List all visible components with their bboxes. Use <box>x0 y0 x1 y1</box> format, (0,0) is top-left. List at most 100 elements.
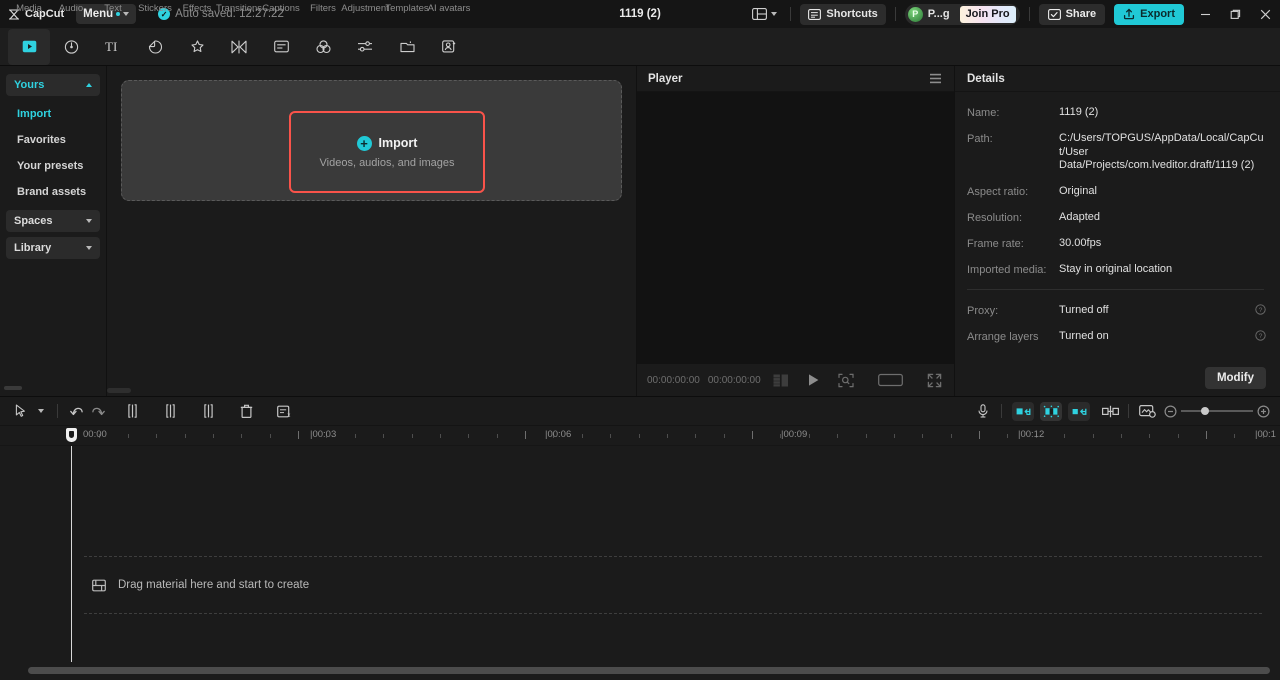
tab-transitions[interactable]: Transitions <box>216 3 262 65</box>
detail-value: Original <box>1059 184 1097 197</box>
export-button[interactable]: Export <box>1114 3 1184 25</box>
layout-button[interactable] <box>748 5 781 23</box>
zoom-in-icon[interactable] <box>1257 404 1270 418</box>
ruler-label: |00:03 <box>310 429 337 440</box>
ruler-minor-tick <box>808 434 810 438</box>
ruler-minor-tick <box>695 434 697 438</box>
timeline-zoom-slider[interactable] <box>1164 404 1270 418</box>
zoom-track[interactable] <box>1181 407 1253 415</box>
zoom-out-icon[interactable] <box>1164 404 1177 418</box>
detail-key: Proxy: <box>967 304 999 317</box>
help-icon[interactable]: ? <box>1255 329 1266 341</box>
shortcuts-button[interactable]: Shortcuts <box>800 3 886 25</box>
hamburger-icon[interactable] <box>929 73 942 84</box>
microphone-icon[interactable] <box>972 400 994 422</box>
effects-icon <box>190 39 205 54</box>
play-button[interactable] <box>807 373 820 387</box>
tab-adjustment[interactable]: Adjustment <box>341 3 389 65</box>
close-button[interactable] <box>1250 0 1280 28</box>
detail-value[interactable]: Turned on <box>1059 330 1255 344</box>
undo-icon[interactable] <box>65 400 87 422</box>
tab-stickers[interactable]: Stickers <box>134 3 176 65</box>
media-horizontal-scrollbar[interactable] <box>107 388 131 393</box>
ruler-minor-tick <box>439 434 441 438</box>
divider <box>967 288 1264 290</box>
tab-audio[interactable]: Audio <box>50 3 92 65</box>
sidebar-item-import[interactable]: Import <box>6 101 100 127</box>
ruler-major-tick <box>1206 431 1207 439</box>
help-icon[interactable]: ? <box>1255 303 1266 315</box>
maximize-button[interactable] <box>1220 0 1250 28</box>
minimize-button[interactable] <box>1190 0 1220 28</box>
playhead-handle[interactable] <box>66 428 77 442</box>
main-tab-bar: Media Audio TI Text Stickers Effects Tra… <box>0 3 1280 66</box>
mirror-icon[interactable] <box>1068 401 1090 421</box>
chevron-down-icon <box>771 12 778 16</box>
detail-value: Stay in original location <box>1059 262 1173 275</box>
timeline-panel: x 00:00 |00:03 |00:06 |00:09 |00:12 |00:… <box>0 396 1280 680</box>
detail-value: 30.00fps <box>1059 236 1102 249</box>
split-view-icon[interactable] <box>773 374 789 387</box>
preview-settings-icon[interactable] <box>1136 400 1158 422</box>
empty-track-placeholder[interactable]: Drag material here and start to create <box>84 556 1262 614</box>
keyframe-icon[interactable] <box>1040 401 1062 421</box>
trim-left-icon[interactable] <box>159 400 181 422</box>
sidebar-group-yours[interactable]: Yours <box>6 74 100 96</box>
playhead-line <box>71 446 72 662</box>
sidebar-group-spaces[interactable]: Spaces <box>6 210 100 232</box>
delete-icon[interactable] <box>235 400 257 422</box>
account-button[interactable]: P P...g Join Pro <box>904 3 1020 25</box>
player-title: Player <box>648 72 683 85</box>
detail-key: Path: <box>967 133 993 145</box>
svg-text:?: ? <box>1259 307 1263 314</box>
tab-effects[interactable]: Effects <box>176 3 218 65</box>
ruler-minor-tick <box>610 434 612 438</box>
trim-right-icon[interactable] <box>197 400 219 422</box>
tab-templates[interactable]: Templates <box>385 3 429 65</box>
zoom-knob[interactable] <box>1201 407 1209 415</box>
account-name: P...g <box>927 8 950 20</box>
tab-filters[interactable]: Filters <box>302 3 344 65</box>
chevron-down-icon <box>123 12 130 16</box>
sidebar-item-favorites[interactable]: Favorites <box>6 127 100 153</box>
templates-icon <box>399 39 415 54</box>
select-tool-icon[interactable] <box>10 400 32 422</box>
freeze-frame-icon[interactable]: x <box>273 400 295 422</box>
detail-key: Arrange layers <box>967 330 1039 343</box>
ruler-minor-tick <box>1149 434 1151 438</box>
timeline-ruler[interactable]: 00:00 |00:03 |00:06 |00:09 |00:12 |00:1 <box>0 426 1280 446</box>
tool-dropdown-icon[interactable] <box>32 400 50 422</box>
zoom-fit-icon[interactable] <box>838 373 854 388</box>
media-dropzone[interactable]: + Import Videos, audios, and images <box>121 80 622 201</box>
auto-cut-icon[interactable] <box>1012 401 1034 421</box>
sidebar-item-your-presets[interactable]: Your presets <box>6 153 100 179</box>
timeline-horizontal-scrollbar[interactable] <box>28 667 1270 674</box>
player-canvas[interactable] <box>637 92 954 364</box>
redo-icon[interactable] <box>87 400 109 422</box>
import-button[interactable]: + Import Videos, audios, and images <box>289 111 485 193</box>
tab-media[interactable]: Media <box>8 3 50 65</box>
svg-text:?: ? <box>1259 333 1263 340</box>
tab-text[interactable]: TI Text <box>92 3 134 65</box>
sidebar-item-brand-assets[interactable]: Brand assets <box>6 179 100 205</box>
ruler-minor-tick <box>837 434 839 438</box>
split-icon[interactable] <box>121 400 143 422</box>
tab-captions[interactable]: Captions <box>260 3 302 65</box>
ruler-minor-tick <box>1064 434 1066 438</box>
timeline-tracks[interactable]: Drag material here and start to create <box>0 446 1280 680</box>
details-body: Name: 1119 (2) Path: C:/Users/TOPGUS/App… <box>955 92 1280 360</box>
detail-row-imported-media: Imported media: Stay in original locatio… <box>967 263 1266 277</box>
divider <box>1128 404 1129 418</box>
split-mode-icon[interactable] <box>1099 400 1121 422</box>
divider <box>1028 7 1030 21</box>
tab-ai-avatars[interactable]: AI avatars <box>428 3 470 65</box>
detail-value[interactable]: Turned off <box>1059 304 1255 318</box>
fullscreen-icon[interactable] <box>927 373 942 388</box>
aspect-ratio-icon[interactable] <box>878 373 903 387</box>
detail-row-frame-rate: Frame rate: 30.00fps <box>967 237 1266 251</box>
sidebar-scrollbar[interactable] <box>4 386 22 390</box>
share-button[interactable]: Share <box>1038 3 1106 25</box>
join-pro-badge[interactable]: Join Pro <box>959 5 1016 23</box>
sidebar-group-library[interactable]: Library <box>6 237 100 259</box>
modify-button[interactable]: Modify <box>1204 367 1266 389</box>
